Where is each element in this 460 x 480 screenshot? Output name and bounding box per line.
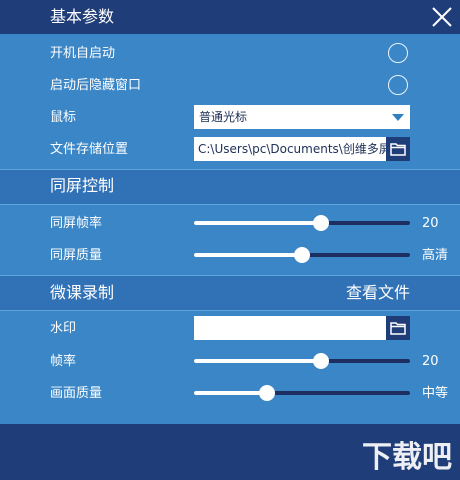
autostart-radio[interactable] [388,43,408,63]
screen-quality-value: 高清 [422,248,449,263]
hide-window-label: 启动后隐藏窗口 [50,78,142,93]
screen-quality-slider[interactable] [194,247,410,263]
slider-thumb[interactable] [313,353,329,369]
storage-browse-button[interactable] [386,137,410,161]
slider-fill [194,359,321,363]
storage-path-field[interactable]: C:\Users\pc\Documents\创维多屏 [194,137,386,161]
close-icon [432,7,452,27]
slider-fill [194,253,302,257]
watermark-field[interactable] [194,316,386,340]
watermark-label: 水印 [50,321,77,336]
slider-thumb[interactable] [259,385,275,401]
record-quality-slider[interactable] [194,385,410,401]
slider-fill [194,221,321,225]
view-files-link[interactable]: 查看文件 [346,285,410,301]
storage-location-label: 文件存储位置 [50,142,129,157]
folder-icon [390,143,406,156]
record-quality-label: 画面质量 [50,386,103,401]
slider-thumb[interactable] [313,215,329,231]
screen-quality-label: 同屏质量 [50,248,103,263]
watermark-browse-button[interactable] [386,316,410,340]
record-fps-label: 帧率 [50,354,77,369]
basic-section-title: 基本参数 [50,7,115,26]
chevron-down-icon [392,114,404,121]
record-quality-value: 中等 [422,386,449,401]
slider-fill [194,391,267,395]
screen-fps-value: 20 [422,216,439,231]
autostart-label: 开机自启动 [50,46,116,61]
hide-window-radio[interactable] [388,75,408,95]
record-fps-slider[interactable] [194,353,410,369]
folder-icon [390,322,406,335]
close-button[interactable] [430,5,454,29]
slider-thumb[interactable] [294,247,310,263]
mouse-cursor-value: 普通光标 [199,110,248,124]
mouse-label: 鼠标 [50,110,77,125]
recording-title: 微课录制 [50,283,115,302]
record-fps-value: 20 [422,354,439,369]
mouse-cursor-select[interactable]: 普通光标 [194,105,410,129]
site-watermark-logo: 下载吧 [362,440,452,475]
screen-fps-label: 同屏帧率 [50,216,103,231]
screen-control-title: 同屏控制 [50,176,115,195]
screen-fps-slider[interactable] [194,215,410,231]
